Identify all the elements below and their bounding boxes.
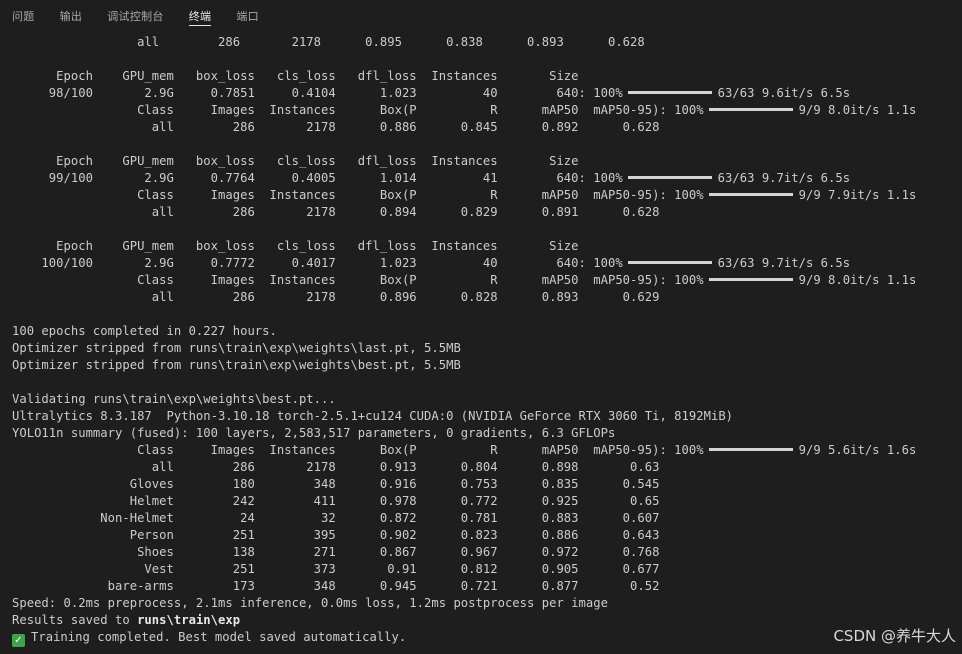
progress-stats: 63/63 9.6it/s 6.5s: [717, 86, 851, 100]
terminal-line: all 286 2178 0.896 0.828 0.893 0.629: [12, 289, 916, 306]
line-text: bare-arms 173 348 0.945 0.721 0.877 0.52: [12, 579, 660, 593]
line-text: Results saved to: [12, 613, 138, 627]
terminal-line: Person 251 395 0.902 0.823 0.886 0.643: [12, 527, 916, 544]
progress-stats: 9/9 7.9it/s 1.1s: [798, 188, 917, 202]
terminal-output[interactable]: all 286 2178 0.895 0.838 0.893 0.628 Epo…: [12, 34, 916, 647]
terminal-line: 99/100 2.9G 0.7764 0.4005 1.014 41 640: …: [12, 170, 916, 187]
tab-problems[interactable]: 问题: [12, 0, 35, 28]
terminal-line: YOLO11n summary (fused): 100 layers, 2,5…: [12, 425, 916, 442]
progress-bar: [708, 193, 793, 196]
progress-stats: 9/9 5.6it/s 1.6s: [798, 443, 917, 457]
progress-stats: 63/63 9.7it/s 6.5s: [717, 256, 851, 270]
terminal-panel: 问题 输出 调试控制台 终端 端口 all 286 2178 0.895 0.8…: [0, 0, 962, 654]
panel-tabs: 问题 输出 调试控制台 终端 端口: [0, 0, 962, 30]
terminal-line: Class Images Instances Box(P R mAP50 mAP…: [12, 442, 916, 459]
terminal-line: Speed: 0.2ms preprocess, 2.1ms inference…: [12, 595, 916, 612]
line-text: Optimizer stripped from runs\train\exp\w…: [12, 341, 461, 355]
terminal-line: Validating runs\train\exp\weights\best.p…: [12, 391, 916, 408]
line-text: Helmet 242 411 0.978 0.772 0.925 0.65: [12, 494, 660, 508]
terminal-line: Epoch GPU_mem box_loss cls_loss dfl_loss…: [12, 68, 916, 85]
terminal-line: Helmet 242 411 0.978 0.772 0.925 0.65: [12, 493, 916, 510]
tab-debug-console[interactable]: 调试控制台: [107, 0, 164, 28]
terminal-line: Vest 251 373 0.91 0.812 0.905 0.677: [12, 561, 916, 578]
line-text: Vest 251 373 0.91 0.812 0.905 0.677: [12, 562, 660, 576]
progress-stats: 9/9 8.0it/s 1.1s: [798, 103, 917, 117]
line-text: YOLO11n summary (fused): 100 layers, 2,5…: [12, 426, 616, 440]
line-text: Training completed. Best model saved aut…: [31, 630, 407, 644]
terminal-line: all 286 2178 0.913 0.804 0.898 0.63: [12, 459, 916, 476]
line-text: Class Images Instances Box(P R mAP50 mAP…: [12, 273, 704, 287]
line-text: all 286 2178 0.895 0.838 0.893 0.628: [12, 35, 645, 49]
line-text: Epoch GPU_mem box_loss cls_loss dfl_loss…: [12, 239, 579, 253]
line-text: Epoch GPU_mem box_loss cls_loss dfl_loss…: [12, 154, 579, 168]
line-text: Validating runs\train\exp\weights\best.p…: [12, 392, 336, 406]
line-text: all 286 2178 0.896 0.828 0.893 0.629: [12, 290, 660, 304]
terminal-line: Ultralytics 8.3.187 Python-3.10.18 torch…: [12, 408, 916, 425]
terminal-line: 100/100 2.9G 0.7772 0.4017 1.023 40 640:…: [12, 255, 916, 272]
line-text: all 286 2178 0.894 0.829 0.891 0.628: [12, 205, 660, 219]
terminal-line: Class Images Instances Box(P R mAP50 mAP…: [12, 102, 916, 119]
terminal-line: Optimizer stripped from runs\train\exp\w…: [12, 357, 916, 374]
line-text: all 286 2178 0.886 0.845 0.892 0.628: [12, 120, 660, 134]
terminal-line: Class Images Instances Box(P R mAP50 mAP…: [12, 272, 916, 289]
line-text: 100 epochs completed in 0.227 hours.: [12, 324, 277, 338]
line-text: Class Images Instances Box(P R mAP50 mAP…: [12, 443, 704, 457]
progress-bar: [627, 176, 712, 179]
line-text: Ultralytics 8.3.187 Python-3.10.18 torch…: [12, 409, 734, 423]
terminal-line: Gloves 180 348 0.916 0.753 0.835 0.545: [12, 476, 916, 493]
csdn-watermark: CSDN @养牛大人: [833, 627, 956, 645]
terminal-line: Optimizer stripped from runs\train\exp\w…: [12, 340, 916, 357]
line-text: 98/100 2.9G 0.7851 0.4104 1.023 40 640: …: [12, 86, 623, 100]
terminal-line: Results saved to runs\train\exp: [12, 612, 916, 629]
line-text: Gloves 180 348 0.916 0.753 0.835 0.545: [12, 477, 660, 491]
line-text: Speed: 0.2ms preprocess, 2.1ms inference…: [12, 596, 608, 610]
tab-ports[interactable]: 端口: [236, 0, 259, 28]
line-text: Epoch GPU_mem box_loss cls_loss dfl_loss…: [12, 69, 579, 83]
terminal-line: Shoes 138 271 0.867 0.967 0.972 0.768: [12, 544, 916, 561]
terminal-line: Class Images Instances Box(P R mAP50 mAP…: [12, 187, 916, 204]
terminal-line: 100 epochs completed in 0.227 hours.: [12, 323, 916, 340]
terminal-line: all 286 2178 0.894 0.829 0.891 0.628: [12, 204, 916, 221]
line-text: Shoes 138 271 0.867 0.967 0.972 0.768: [12, 545, 660, 559]
line-text: Optimizer stripped from runs\train\exp\w…: [12, 358, 461, 372]
progress-bar: [627, 261, 712, 264]
line-text: all 286 2178 0.913 0.804 0.898 0.63: [12, 460, 660, 474]
line-text: Class Images Instances Box(P R mAP50 mAP…: [12, 188, 704, 202]
terminal-line: ✓ Training completed. Best model saved au…: [12, 629, 916, 647]
line-text: 99/100 2.9G 0.7764 0.4005 1.014 41 640: …: [12, 171, 623, 185]
progress-bar: [708, 278, 793, 281]
terminal-line: Epoch GPU_mem box_loss cls_loss dfl_loss…: [12, 153, 916, 170]
progress-bar: [708, 448, 793, 451]
progress-stats: 63/63 9.7it/s 6.5s: [717, 171, 851, 185]
results-path: runs\train\exp: [137, 613, 241, 627]
terminal-line: all 286 2178 0.895 0.838 0.893 0.628: [12, 34, 916, 51]
terminal-line: Epoch GPU_mem box_loss cls_loss dfl_loss…: [12, 238, 916, 255]
tab-output[interactable]: 输出: [60, 0, 83, 28]
terminal-line: Non-Helmet 24 32 0.872 0.781 0.883 0.607: [12, 510, 916, 527]
progress-stats: 9/9 8.0it/s 1.1s: [798, 273, 917, 287]
check-icon: ✓: [12, 634, 25, 647]
line-text: Non-Helmet 24 32 0.872 0.781 0.883 0.607: [12, 511, 660, 525]
terminal-line: all 286 2178 0.886 0.845 0.892 0.628: [12, 119, 916, 136]
terminal-line: 98/100 2.9G 0.7851 0.4104 1.023 40 640: …: [12, 85, 916, 102]
terminal-line: bare-arms 173 348 0.945 0.721 0.877 0.52: [12, 578, 916, 595]
progress-bar: [708, 108, 793, 111]
line-text: Person 251 395 0.902 0.823 0.886 0.643: [12, 528, 660, 542]
progress-bar: [627, 91, 712, 94]
line-text: 100/100 2.9G 0.7772 0.4017 1.023 40 640:…: [12, 256, 623, 270]
line-text: Class Images Instances Box(P R mAP50 mAP…: [12, 103, 704, 117]
tab-terminal[interactable]: 终端: [188, 0, 212, 28]
